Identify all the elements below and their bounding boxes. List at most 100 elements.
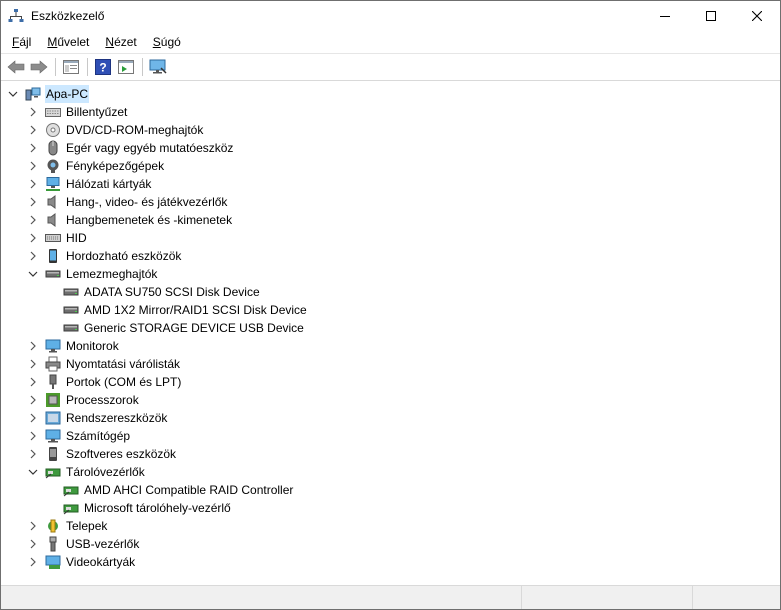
title-bar[interactable]: Eszközkezelő <box>1 1 780 31</box>
tree-category-node[interactable]: Rendszereszközök <box>27 409 168 427</box>
tree-category-node[interactable]: Nyomtatási várólisták <box>27 355 181 373</box>
show-hide-console-tree-button[interactable] <box>60 56 82 78</box>
tree-category-label: Egér vagy egyéb mutatóeszköz <box>66 141 234 155</box>
tree-category-node[interactable]: HID <box>27 229 88 247</box>
tree-category-node[interactable]: Hálózati kártyák <box>27 175 152 193</box>
storage-controller-icon <box>63 482 79 498</box>
tree-category-label: Hang-, video- és játékvezérlők <box>66 195 228 209</box>
tree-category-node[interactable]: Hang-, video- és játékvezérlők <box>27 193 228 211</box>
tree-category-node[interactable]: DVD/CD-ROM-meghajtók <box>27 121 204 139</box>
expand-chevron-icon[interactable] <box>27 103 39 121</box>
close-button[interactable] <box>734 1 780 31</box>
collapse-chevron-icon[interactable] <box>27 463 39 481</box>
tree-category-node[interactable]: Hangbemenetek és -kimenetek <box>27 211 233 229</box>
expand-chevron-icon[interactable] <box>27 373 39 391</box>
network-adapter-icon <box>45 176 61 192</box>
tree-category-node[interactable]: Portok (COM és LPT) <box>27 373 182 391</box>
expand-chevron-icon[interactable] <box>27 535 39 553</box>
properties-icon <box>118 60 134 74</box>
device-tree: Apa-PC Billentyűzet DVD/CD-ROM-meghajtók Eg… <box>1 82 780 584</box>
status-cell <box>522 586 693 609</box>
menu-file[interactable]: Fájl <box>4 31 39 53</box>
help-icon: ? <box>95 59 111 75</box>
tree-category-node[interactable]: Telepek <box>27 517 108 535</box>
close-icon <box>752 11 762 21</box>
tree-device-node[interactable]: Generic STORAGE DEVICE USB Device <box>63 319 305 337</box>
maximize-icon <box>706 11 716 21</box>
disc-drive-icon <box>45 122 61 138</box>
expand-chevron-icon[interactable] <box>27 427 39 445</box>
expand-chevron-icon[interactable] <box>27 355 39 373</box>
tree-category-label: Szoftveres eszközök <box>66 447 177 461</box>
display-adapter-icon <box>45 554 61 570</box>
expand-chevron-icon[interactable] <box>27 193 39 211</box>
tree-device-node[interactable]: ADATA SU750 SCSI Disk Device <box>63 283 261 301</box>
scan-hardware-button[interactable] <box>147 56 169 78</box>
system-device-icon <box>45 410 61 426</box>
status-bar <box>1 585 780 609</box>
expand-chevron-icon[interactable] <box>27 391 39 409</box>
tree-category-node[interactable]: Tárolóvezérlők <box>27 463 146 481</box>
menu-action[interactable]: Művelet <box>39 31 97 53</box>
expand-chevron-icon[interactable] <box>27 409 39 427</box>
portable-device-icon <box>45 248 61 264</box>
expand-chevron-icon[interactable] <box>27 445 39 463</box>
status-cell <box>1 586 522 609</box>
expand-chevron-icon[interactable] <box>27 121 39 139</box>
monitor-icon <box>45 338 61 354</box>
expand-chevron-icon[interactable] <box>27 229 39 247</box>
tree-category-label: Monitorok <box>66 339 119 353</box>
tree-device-node[interactable]: Microsoft tárolóhely-vezérlő <box>63 499 232 517</box>
toolbar-separator <box>87 58 88 76</box>
maximize-button[interactable] <box>688 1 734 31</box>
back-button[interactable] <box>5 56 27 78</box>
expand-chevron-icon[interactable] <box>27 175 39 193</box>
storage-controller-icon <box>45 464 61 480</box>
menu-help[interactable]: Súgó <box>145 31 189 53</box>
minimize-button[interactable] <box>642 1 688 31</box>
tree-category-label: Processzorok <box>66 393 139 407</box>
expand-chevron-icon[interactable] <box>27 211 39 229</box>
expand-chevron-icon[interactable] <box>27 139 39 157</box>
usb-icon <box>45 536 61 552</box>
properties-button[interactable] <box>115 56 137 78</box>
tree-category-node[interactable]: Monitorok <box>27 337 120 355</box>
tree-category-label: Billentyűzet <box>66 105 128 119</box>
collapse-chevron-icon[interactable] <box>27 265 39 283</box>
processor-icon <box>45 392 61 408</box>
tree-category-node[interactable]: Billentyűzet <box>27 103 128 121</box>
collapse-chevron-icon[interactable] <box>7 85 19 103</box>
menu-view[interactable]: Nézet <box>97 31 144 53</box>
expand-chevron-icon[interactable] <box>27 553 39 571</box>
tree-category-label: HID <box>66 231 87 245</box>
tree-category-label: DVD/CD-ROM-meghajtók <box>66 123 204 137</box>
tree-category-label: Rendszereszközök <box>66 411 168 425</box>
computer-icon <box>45 428 61 444</box>
tree-category-node[interactable]: Számítógép <box>27 427 131 445</box>
expand-chevron-icon[interactable] <box>27 247 39 265</box>
disk-drive-icon <box>45 266 61 282</box>
tree-category-node[interactable]: Hordozható eszközök <box>27 247 182 265</box>
camera-icon <box>45 158 61 174</box>
tree-category-node[interactable]: Processzorok <box>27 391 140 409</box>
forward-button[interactable] <box>28 56 50 78</box>
keyboard-icon <box>45 104 61 120</box>
tree-category-label: Videokártyák <box>66 555 136 569</box>
tree-category-label: USB-vezérlők <box>66 537 140 551</box>
tree-category-node[interactable]: Egér vagy egyéb mutatóeszköz <box>27 139 234 157</box>
tree-category-node[interactable]: Videokártyák <box>27 553 136 571</box>
help-button[interactable]: ? <box>92 56 114 78</box>
menu-bar: Fájl Művelet Nézet Súgó <box>1 31 780 54</box>
tree-category-node[interactable]: Lemezmeghajtók <box>27 265 158 283</box>
expand-chevron-icon[interactable] <box>27 337 39 355</box>
tree-category-node[interactable]: USB-vezérlők <box>27 535 140 553</box>
tree-device-node[interactable]: AMD AHCI Compatible RAID Controller <box>63 481 294 499</box>
expand-chevron-icon[interactable] <box>27 517 39 535</box>
tree-device-node[interactable]: AMD 1X2 Mirror/RAID1 SCSI Disk Device <box>63 301 308 319</box>
printer-icon <box>45 356 61 372</box>
svg-text:?: ? <box>99 61 106 75</box>
tree-category-node[interactable]: Szoftveres eszközök <box>27 445 177 463</box>
tree-root-node[interactable]: Apa-PC <box>7 85 90 103</box>
tree-category-node[interactable]: Fényképezőgépek <box>27 157 165 175</box>
expand-chevron-icon[interactable] <box>27 157 39 175</box>
